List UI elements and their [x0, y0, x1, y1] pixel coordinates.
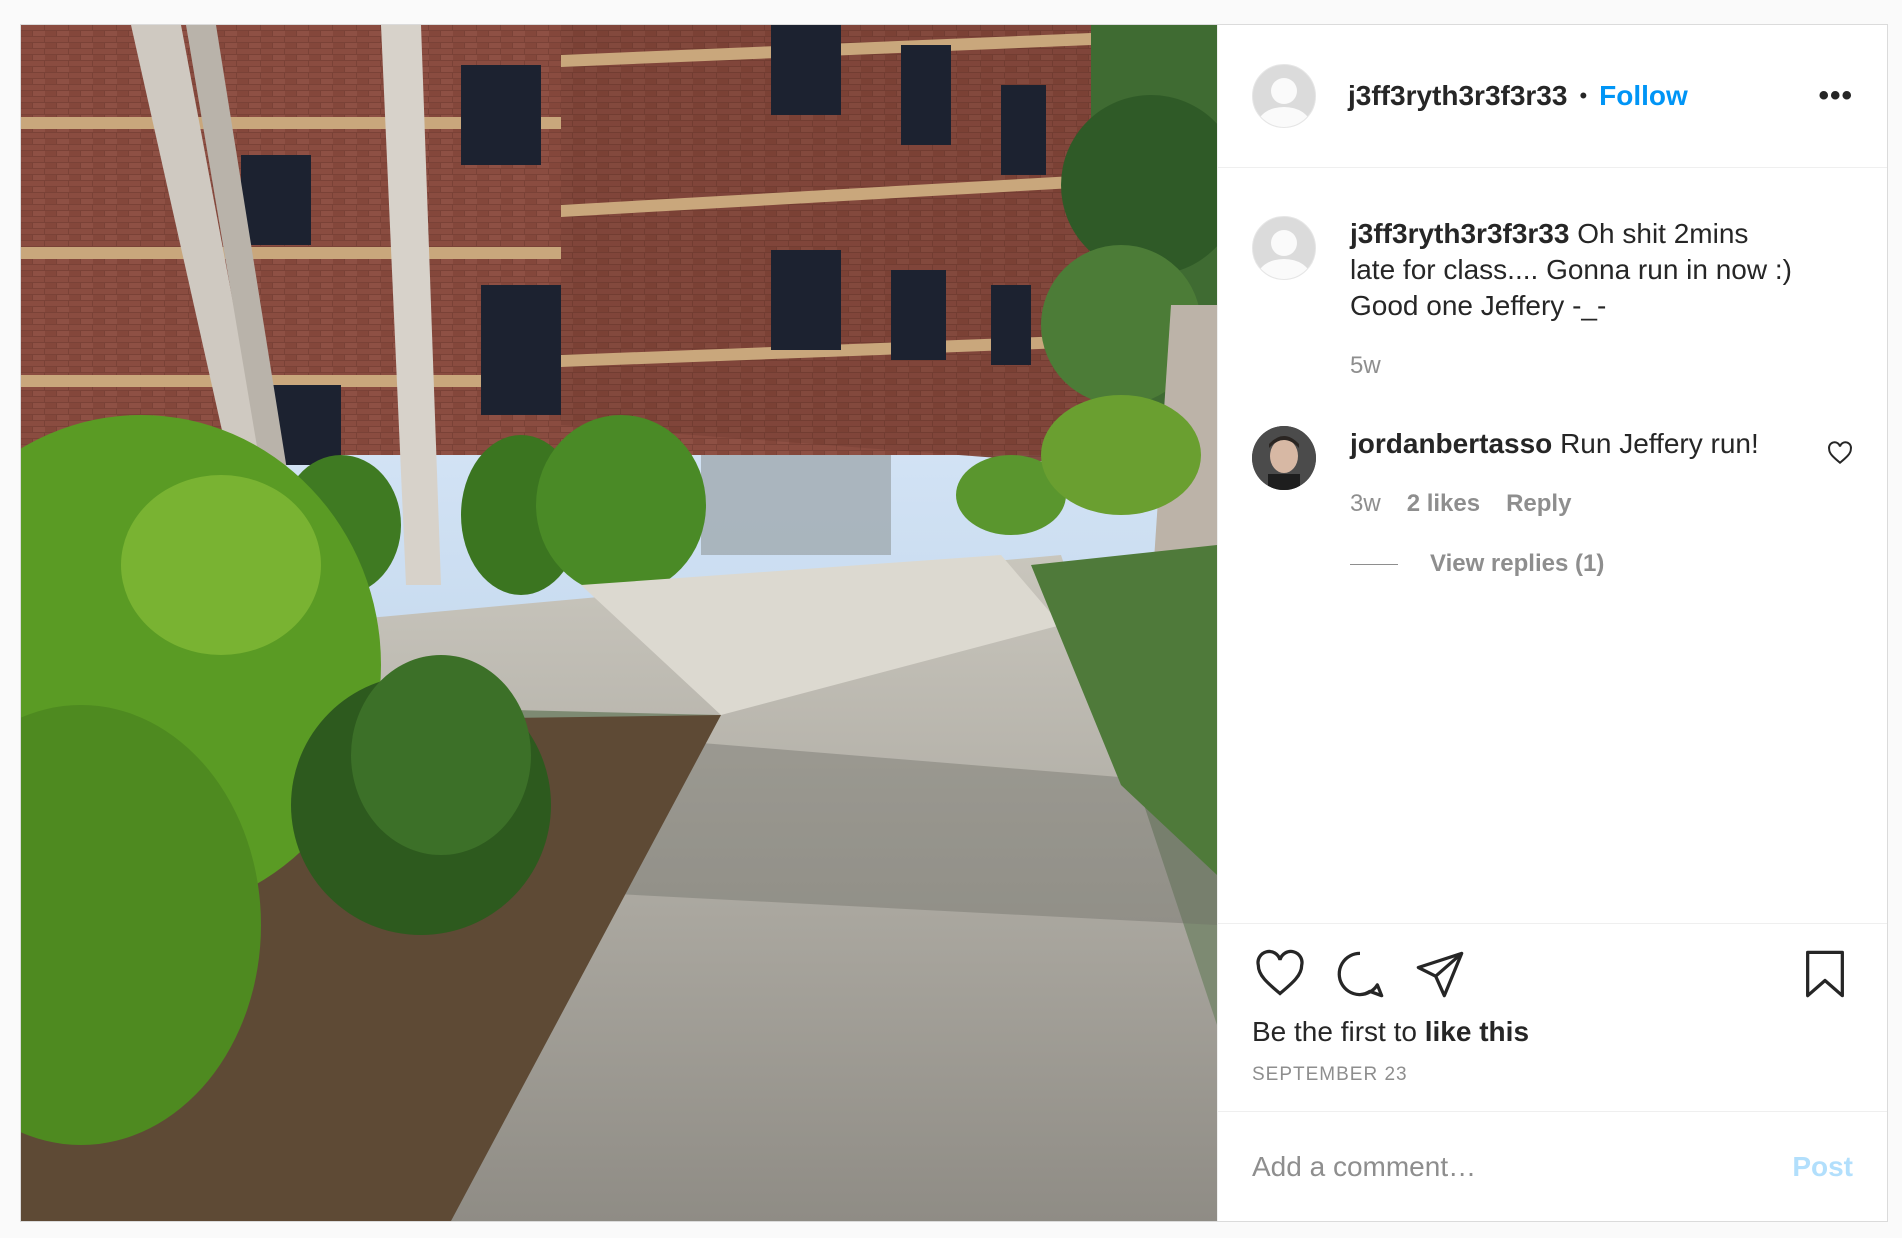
comment-text-block: jordanbertasso Run Jeffery run! [1350, 426, 1793, 462]
replies-divider [1350, 563, 1398, 565]
comment-like-heart-icon[interactable] [1827, 440, 1853, 466]
likes-prefix: Be the first to [1252, 1016, 1417, 1047]
comments-list[interactable]: j3ff3ryth3r3f3r33 Oh shit 2mins late for… [1218, 168, 1887, 923]
commenter-photo [1252, 426, 1316, 490]
caption-comment: j3ff3ryth3r3f3r33 Oh shit 2mins late for… [1252, 216, 1853, 380]
post-header: j3ff3ryth3r3f3r33 • Follow ••• [1218, 25, 1887, 168]
bookmark-icon[interactable] [1797, 946, 1853, 1002]
view-replies-button[interactable]: View replies (1) [1350, 550, 1793, 578]
caption-text-block: j3ff3ryth3r3f3r33 Oh shit 2mins late for… [1350, 216, 1793, 324]
post-actions-area: Be the first to like this SEPTEMBER 23 [1218, 923, 1887, 1111]
comment-likes[interactable]: 2 likes [1407, 490, 1480, 518]
comment-age[interactable]: 3w [1350, 490, 1381, 518]
like-heart-icon[interactable] [1252, 946, 1308, 1002]
like-this-link[interactable]: like this [1425, 1016, 1529, 1047]
author-username[interactable]: j3ff3ryth3r3f3r33 [1348, 80, 1567, 112]
more-options-icon[interactable]: ••• [1818, 79, 1853, 113]
likes-summary: Be the first to like this [1252, 1016, 1853, 1048]
post-card: j3ff3ryth3r3f3r33 • Follow ••• j3ff3ryth… [20, 24, 1888, 1222]
commenter-avatar[interactable] [1252, 426, 1316, 490]
comment-item: jordanbertasso Run Jeffery run! 3w 2 lik… [1252, 426, 1853, 578]
post-date[interactable]: SEPTEMBER 23 [1252, 1064, 1853, 1086]
share-send-icon[interactable] [1412, 946, 1468, 1002]
campus-walkway-photo [21, 25, 1217, 1221]
separator-dot: • [1579, 83, 1588, 108]
comment-text: Run Jeffery run! [1560, 428, 1759, 459]
caption-age[interactable]: 5w [1350, 352, 1381, 380]
view-replies-label: View replies (1) [1430, 550, 1605, 577]
caption-author-avatar[interactable] [1252, 216, 1316, 280]
comment-bubble-icon[interactable] [1332, 946, 1388, 1002]
post-photo[interactable] [21, 25, 1217, 1221]
post-side-panel: j3ff3ryth3r3f3r33 • Follow ••• j3ff3ryth… [1217, 25, 1887, 1221]
author-avatar[interactable] [1252, 64, 1316, 128]
action-bar [1252, 946, 1853, 1002]
follow-button[interactable]: Follow [1599, 80, 1688, 112]
post-comment-button[interactable]: Post [1792, 1151, 1853, 1183]
caption-author[interactable]: j3ff3ryth3r3f3r33 [1350, 218, 1569, 249]
comment-meta: 3w 2 likes Reply [1350, 490, 1793, 518]
comment-author[interactable]: jordanbertasso [1350, 428, 1552, 459]
add-comment-bar: Post [1218, 1111, 1887, 1221]
caption-meta: 5w [1350, 352, 1793, 380]
reply-button[interactable]: Reply [1506, 490, 1571, 518]
comment-input[interactable] [1252, 1150, 1793, 1183]
